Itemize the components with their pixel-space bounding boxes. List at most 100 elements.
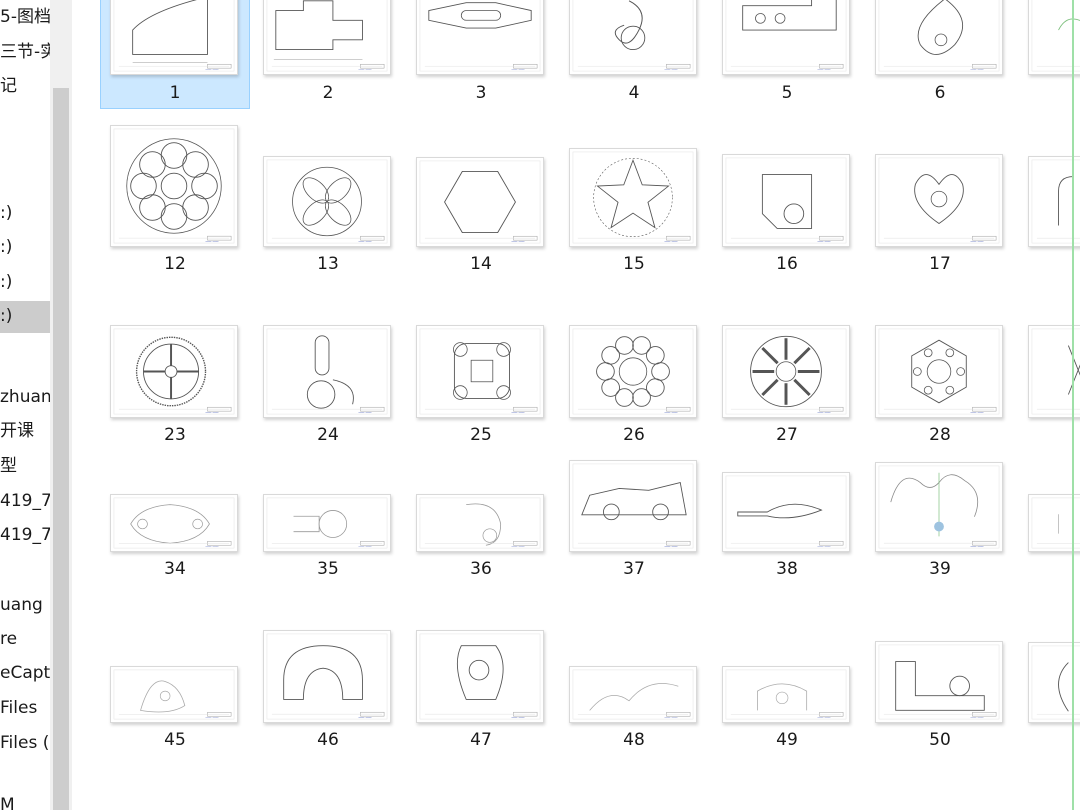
thumbnail-slotted-bracket[interactable]: ___ ___: [722, 0, 850, 75]
nav-pane-scrollbar[interactable]: [50, 0, 72, 810]
nav-item[interactable]: eCaptu: [0, 658, 50, 688]
svg-text:___ ___: ___ ___: [969, 542, 983, 547]
svg-text:___ ___: ___ ___: [510, 713, 524, 718]
thumbnail-keyed-plate[interactable]: ___ ___: [416, 630, 544, 723]
thumbnail-slotted-plate[interactable]: ___ ___: [416, 0, 544, 75]
file-name-label: 25: [470, 425, 492, 445]
thumbnail-arched-part[interactable]: ___ ___: [263, 630, 391, 723]
nav-item-drive[interactable]: :): [0, 267, 50, 297]
scrollbar-thumb[interactable]: [53, 88, 69, 810]
file-name-label: 47: [470, 730, 492, 750]
file-name-label: 1: [169, 83, 181, 103]
svg-text:___ ___: ___ ___: [816, 713, 830, 718]
svg-text:___ ___: ___ ___: [510, 542, 524, 547]
thumbnail-hex-flange[interactable]: ___ ___: [875, 325, 1003, 418]
thumbnail-bracket-part[interactable]: ___ ___: [722, 154, 850, 247]
guide-line: [1072, 0, 1074, 810]
thumbnail-curved-part[interactable]: ___ ___: [416, 494, 544, 552]
thumbnail-bearing-block[interactable]: ___ ___: [722, 666, 850, 723]
nav-item[interactable]: 5-图档: [0, 2, 50, 32]
thumbnail-car-profile[interactable]: ___ ___: [569, 460, 697, 552]
thumbnail-spindle-shaft[interactable]: ___ ___: [722, 472, 850, 552]
svg-text:___ ___: ___ ___: [204, 408, 218, 413]
svg-text:___ ___: ___ ___: [510, 65, 524, 70]
svg-text:___ ___: ___ ___: [510, 237, 524, 242]
thumbnail-cam-part[interactable]: ___ ___: [263, 494, 391, 552]
file-name-label: 13: [317, 254, 339, 274]
nav-item[interactable]: 419_75: [0, 486, 50, 516]
file-name-label: 12: [164, 254, 186, 274]
nav-item[interactable]: 三节-实: [0, 37, 50, 67]
svg-text:___ ___: ___ ___: [357, 542, 371, 547]
file-name-label: 14: [470, 254, 492, 274]
svg-text:___ ___: ___ ___: [663, 237, 677, 242]
svg-text:___ ___: ___ ___: [969, 65, 983, 70]
file-name-label: 48: [623, 730, 645, 750]
nav-item[interactable]: M: [0, 790, 50, 810]
thumbnail-stepped-profile[interactable]: ___ ___: [263, 0, 391, 75]
svg-text:___ ___: ___ ___: [816, 542, 830, 547]
svg-text:___ ___: ___ ___: [663, 713, 677, 718]
file-name-label: 24: [317, 425, 339, 445]
thumbnail-radial-disc[interactable]: ___ ___: [722, 325, 850, 418]
file-name-label: 45: [164, 730, 186, 750]
nav-item[interactable]: uang: [0, 590, 50, 620]
nav-item[interactable]: re: [0, 624, 50, 654]
thumbnail-mounting-plate[interactable]: ___ ___: [416, 325, 544, 418]
thumbnail-four-petal-pattern[interactable]: ___ ___: [263, 156, 391, 247]
file-name-label: 39: [929, 559, 951, 579]
thumbnail-heart-shape[interactable]: ___ ___: [875, 154, 1003, 247]
thumbnail-scalloped-disc[interactable]: ___ ___: [569, 325, 697, 418]
svg-text:___ ___: ___ ___: [816, 237, 830, 242]
thumbnail-double-wave[interactable]: ___ ___: [875, 462, 1003, 552]
thumbnail-teardrop-part[interactable]: ___ ___: [875, 0, 1003, 75]
file-name-label: 37: [623, 559, 645, 579]
thumbnail-three-lobe-part[interactable]: ___ ___: [110, 666, 238, 723]
nav-item[interactable]: Files: [0, 693, 50, 723]
svg-text:___ ___: ___ ___: [204, 542, 218, 547]
thumbnail-hexagon[interactable]: ___ ___: [416, 157, 544, 247]
file-name-label: 26: [623, 425, 645, 445]
svg-text:___ ___: ___ ___: [969, 713, 983, 718]
thumbnail-circle-ring-pattern[interactable]: ___ ___: [110, 125, 238, 247]
svg-text:___ ___: ___ ___: [357, 65, 371, 70]
thumbnail-quarter-sector[interactable]: ___ ___: [110, 0, 238, 75]
nav-item[interactable]: 记: [0, 71, 50, 101]
file-grid: ___ ___ 1 ___ ___ 2 ___ ___ 3 ___ ___ 4 ___ ___ 5…: [72, 0, 1080, 810]
nav-item[interactable]: 419_75: [0, 520, 50, 550]
thumbnail-star-in-circle[interactable]: ___ ___: [569, 148, 697, 247]
svg-text:___ ___: ___ ___: [663, 65, 677, 70]
svg-text:___ ___: ___ ___: [816, 408, 830, 413]
thumbnail-curved-profile[interactable]: ___ ___: [569, 666, 697, 723]
thumbnail-angle-bracket[interactable]: ___ ___: [875, 641, 1003, 723]
thumbnail-lever-arm[interactable]: ___ ___: [263, 325, 391, 418]
file-name-label: 27: [776, 425, 798, 445]
svg-text:___ ___: ___ ___: [663, 408, 677, 413]
nav-item-drive-selected[interactable]: :): [0, 301, 50, 333]
nav-item[interactable]: 开课: [0, 416, 50, 446]
thumbnail-oval-flange[interactable]: ___ ___: [110, 494, 238, 552]
file-name-label: 49: [776, 730, 798, 750]
file-name-label: 50: [929, 730, 951, 750]
svg-text:___ ___: ___ ___: [969, 237, 983, 242]
thumbnail-hook-part[interactable]: ___ ___: [569, 0, 697, 75]
nav-item[interactable]: 型: [0, 451, 50, 481]
thumbnail-handwheel[interactable]: ___ ___: [110, 325, 238, 418]
nav-item[interactable]: zhuan: [0, 382, 50, 412]
nav-item-drive[interactable]: :): [0, 232, 50, 262]
svg-text:___ ___: ___ ___: [510, 408, 524, 413]
nav-item[interactable]: Files (: [0, 728, 50, 758]
svg-text:___ ___: ___ ___: [204, 65, 218, 70]
file-name-label: 23: [164, 425, 186, 445]
file-name-label: 3: [475, 83, 487, 103]
file-name-label: 5: [781, 83, 793, 103]
svg-text:___ ___: ___ ___: [357, 237, 371, 242]
file-name-label: 36: [470, 559, 492, 579]
navigation-pane: 5-图档 三节-实 记 :) :) :) :) zhuan 开课 型 419_7…: [0, 0, 50, 810]
svg-text:___ ___: ___ ___: [816, 65, 830, 70]
nav-item-drive[interactable]: :): [0, 198, 50, 228]
file-name-label: 35: [317, 559, 339, 579]
file-name-label: 2: [322, 83, 334, 103]
file-name-label: 16: [776, 254, 798, 274]
svg-text:___ ___: ___ ___: [969, 408, 983, 413]
